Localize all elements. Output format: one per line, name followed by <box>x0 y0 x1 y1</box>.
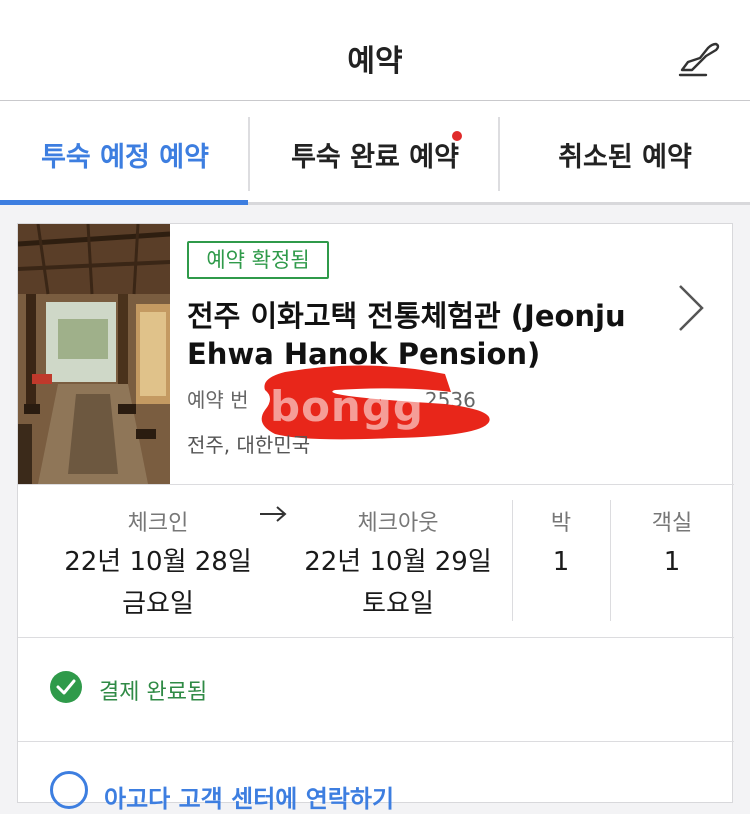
contact-support-row[interactable]: 아고다 고객 센터에 연락하기 <box>18 741 734 813</box>
checkout-date-text: 22년 10월 29일 <box>304 547 492 577</box>
checkout-date: 22년 10월 29일 토요일 <box>278 541 518 625</box>
checkout-label: 체크아웃 <box>357 511 439 536</box>
checkin-date: 22년 10월 28일 금요일 <box>38 541 278 625</box>
tab-bar-border <box>248 202 750 205</box>
payment-status-text: 결제 완료됨 <box>99 680 208 705</box>
payment-status-row: 결제 완료됨 <box>18 637 734 741</box>
app-header: 예약 <box>0 0 750 101</box>
status-badge: 예약 확정됨 <box>187 241 329 279</box>
nights-value: 1 <box>552 547 570 577</box>
checkin-day-text: 금요일 <box>122 589 194 619</box>
active-tab-indicator <box>0 200 248 205</box>
check-circle-icon <box>50 671 82 703</box>
plane-icon[interactable] <box>676 38 724 78</box>
hotel-photo <box>18 224 170 484</box>
divider <box>18 484 734 485</box>
page-title: 예약 <box>347 44 403 79</box>
watermark-text: bongg <box>270 382 424 431</box>
nights-label: 박 <box>550 511 572 536</box>
booking-number-label: 예약 번 <box>187 388 249 412</box>
checkout-day-text: 토요일 <box>362 589 434 619</box>
tab-cancelled[interactable]: 취소된 예약 <box>500 101 750 205</box>
rooms-value: 1 <box>663 547 681 577</box>
support-icon <box>50 771 88 809</box>
arrow-right-icon <box>260 506 287 522</box>
booking-tabs: 투숙 예정 예약 투숙 완료 예약 취소된 예약 <box>0 101 750 205</box>
chevron-right-icon[interactable] <box>674 282 708 334</box>
rooms-label: 객실 <box>651 511 693 536</box>
notification-dot <box>452 131 462 141</box>
hotel-location: 전주, 대한민국 <box>187 433 311 457</box>
booking-card[interactable]: 예약 확정됨 전주 이화고택 전통체험관 (Jeonju Ehwa Hanok … <box>17 223 734 813</box>
contact-support-link[interactable]: 아고다 고객 센터에 연락하기 <box>104 779 394 814</box>
tab-completed[interactable]: 투숙 완료 예약 <box>250 101 500 205</box>
tab-upcoming[interactable]: 투숙 예정 예약 <box>0 101 250 205</box>
checkin-date-text: 22년 10월 28일 <box>64 547 252 577</box>
checkin-label: 체크인 <box>127 511 189 536</box>
